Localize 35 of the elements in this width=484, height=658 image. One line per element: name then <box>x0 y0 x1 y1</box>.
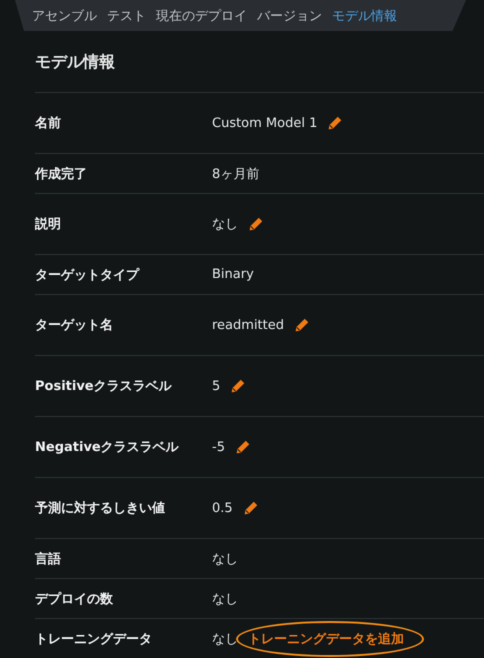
field-label: ターゲット名 <box>35 317 114 334</box>
pencil-icon[interactable] <box>234 440 250 454</box>
field-value: Binary <box>212 267 254 282</box>
field-label: デプロイの数 <box>35 590 114 608</box>
pencil-icon[interactable] <box>327 116 342 130</box>
field-value: なし <box>212 590 238 608</box>
field-value: なし <box>212 216 238 233</box>
field-value: 0.5 <box>212 500 233 516</box>
pencil-icon[interactable] <box>242 500 258 516</box>
add-training-data-link[interactable]: トレーニングデータを追加 <box>236 620 424 656</box>
pencil-icon[interactable] <box>248 216 263 232</box>
tab[interactable]: アセンブル <box>30 0 105 31</box>
field-label: 名前 <box>35 115 62 132</box>
field-label: 説明 <box>35 216 62 233</box>
section-title: モデル情報 <box>35 31 484 93</box>
tab[interactable]: テスト <box>105 0 154 31</box>
field-label: Positiveクラスラベル <box>35 378 173 395</box>
tab[interactable]: 現在のデプロイ <box>154 0 255 31</box>
pencil-icon[interactable] <box>230 378 246 394</box>
field-value: なし <box>212 550 238 568</box>
field-value: readmitted <box>212 318 284 332</box>
field-value: 5 <box>212 378 220 394</box>
field-label: トレーニングデータ <box>35 630 153 648</box>
field-value: Custom Model 1 <box>212 116 318 130</box>
field-value: 8ヶ月前 <box>212 166 260 182</box>
field-label: 作成完了 <box>35 166 88 182</box>
field-label: 言語 <box>35 550 62 568</box>
tab[interactable]: モデル情報 <box>330 0 405 31</box>
pencil-icon[interactable] <box>294 318 309 332</box>
field-value: なし <box>212 630 238 648</box>
tab[interactable]: バージョン <box>255 0 330 31</box>
field-label: ターゲットタイプ <box>35 266 141 284</box>
field-value: -5 <box>212 440 225 454</box>
field-label: 予測に対するしきい値 <box>35 500 166 517</box>
field-label: Negativeクラスラベル <box>35 439 180 456</box>
